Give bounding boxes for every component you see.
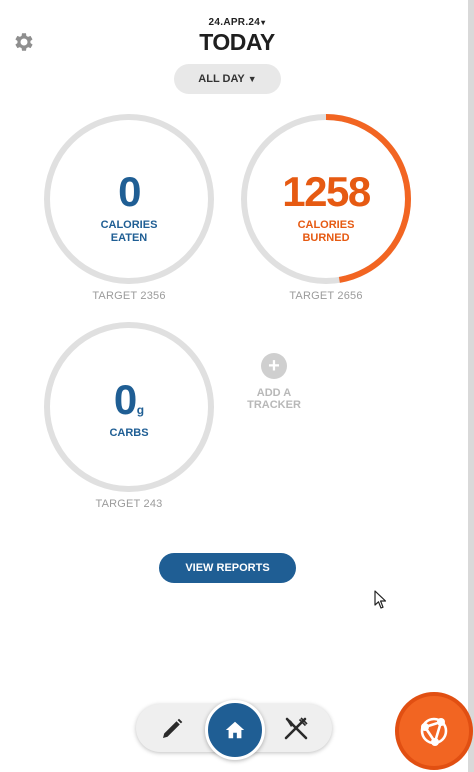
carbs-label: CARBS <box>109 427 149 439</box>
carbs-unit: g <box>136 403 145 417</box>
network-hub-button[interactable] <box>395 692 473 770</box>
date-selector[interactable]: 24.APR.24▾ <box>0 16 474 30</box>
chevron-down-icon: ▼ <box>247 74 257 84</box>
calories-burned-tracker[interactable]: 1258 CALORIES BURNED <box>240 113 412 285</box>
carbs-target: TARGET 243 <box>95 498 163 510</box>
home-icon <box>225 721 245 739</box>
period-label: ALL DAY <box>198 73 245 85</box>
page-header: 24.APR.24▾ TODAY <box>0 16 474 54</box>
add-tracker-button[interactable]: + ADD A TRACKER <box>236 353 312 411</box>
mouse-cursor-icon <box>374 590 388 615</box>
period-dropdown[interactable]: ALL DAY ▼ <box>174 64 281 94</box>
view-reports-button[interactable]: VIEW REPORTS <box>159 553 296 583</box>
calories-eaten-label-line1: CALORIES <box>100 219 158 231</box>
calories-eaten-value: 0 <box>118 168 141 215</box>
add-tracker-label-line2: TRACKER <box>247 399 301 411</box>
calories-burned-target: TARGET 2656 <box>289 290 363 302</box>
page-title: TODAY <box>199 29 275 55</box>
plus-icon: + <box>261 353 287 379</box>
calories-burned-value: 1258 <box>282 168 371 215</box>
calories-eaten-label-line2: EATEN <box>110 232 148 244</box>
carbs-value: 0 <box>113 376 137 423</box>
calories-burned-label: CALORIES BURNED <box>240 219 412 245</box>
date-caret-icon[interactable]: ▾ <box>261 18 265 27</box>
calories-burned-label-line1: CALORIES <box>297 219 355 231</box>
calories-eaten-label: CALORIES EATEN <box>43 219 215 245</box>
add-tracker-label: ADD A TRACKER <box>236 387 312 411</box>
scrollbar[interactable] <box>468 0 474 772</box>
add-tracker-label-line1: ADD A <box>256 387 292 399</box>
calories-burned-label-line2: BURNED <box>302 232 350 244</box>
network-hub-icon <box>420 717 448 746</box>
home-button[interactable] <box>205 700 265 760</box>
carbs-value-wrap: 0g <box>43 379 215 431</box>
carbs-tracker[interactable]: 0g CARBS <box>43 321 215 493</box>
calories-eaten-target: TARGET 2356 <box>92 290 166 302</box>
pencil-icon[interactable] <box>160 717 184 741</box>
calories-eaten-tracker[interactable]: 0 CALORIES EATEN <box>43 113 215 285</box>
date-label[interactable]: 24.APR.24 <box>209 17 261 28</box>
fork-knife-icon[interactable] <box>283 716 309 742</box>
